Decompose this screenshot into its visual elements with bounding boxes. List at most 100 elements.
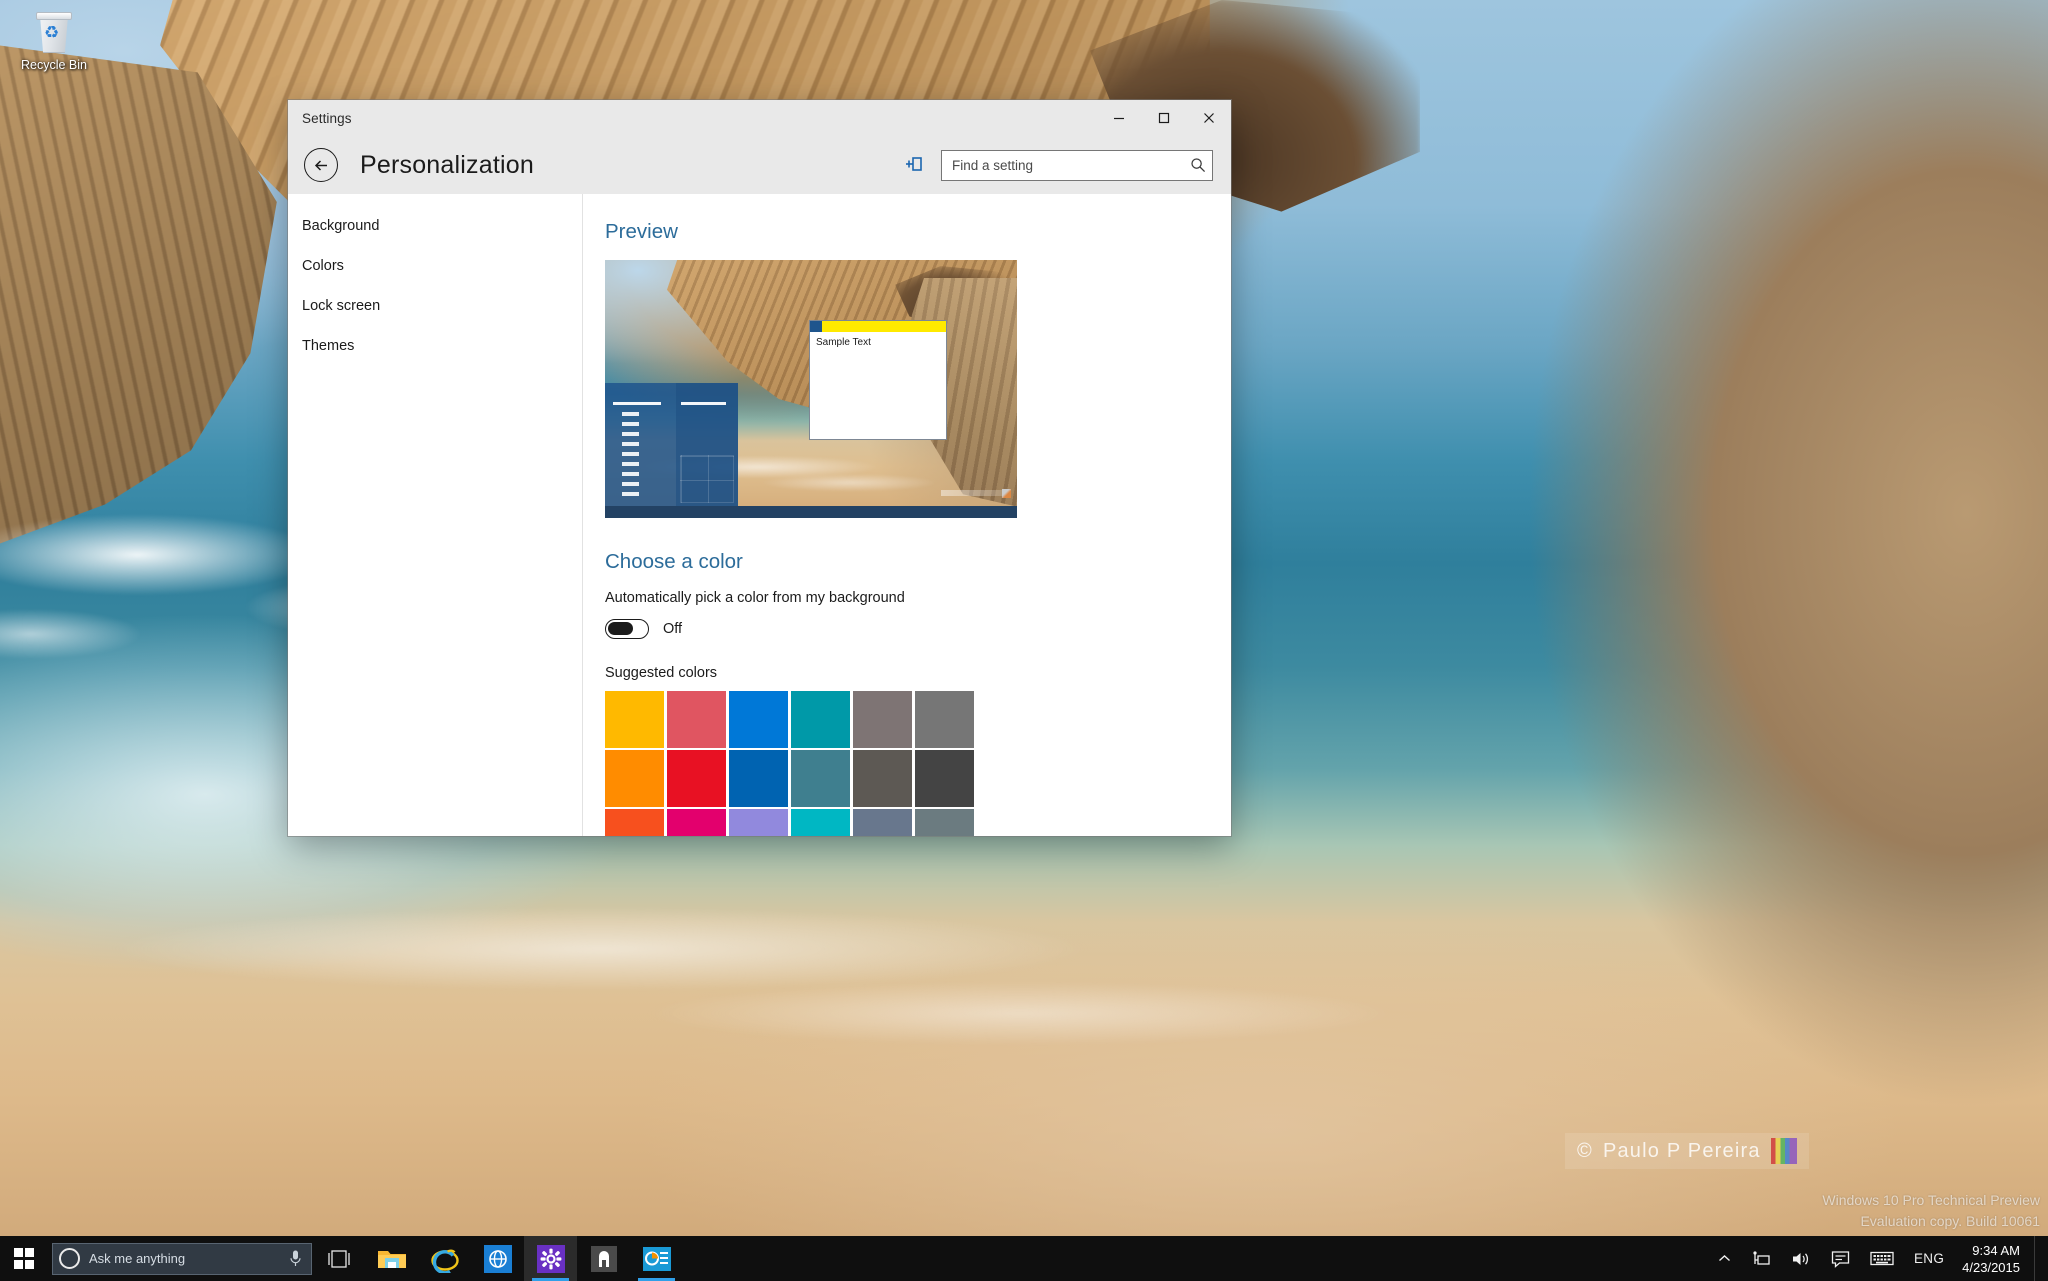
color-swatch-navy-blue[interactable] bbox=[729, 750, 788, 807]
build-watermark-line2: Evaluation copy. Build 10061 bbox=[1822, 1211, 2040, 1232]
window-body: Background Colors Lock screen Themes Pre… bbox=[288, 194, 1231, 836]
wallpaper-right-cliff bbox=[1508, 60, 2048, 960]
language-indicator[interactable]: ENG bbox=[1904, 1236, 1954, 1281]
internet-explorer-icon bbox=[431, 1245, 459, 1273]
color-swatch-salmon-red[interactable] bbox=[667, 691, 726, 748]
show-desktop-button[interactable] bbox=[2034, 1236, 2042, 1281]
preview-sample-window: Sample Text bbox=[809, 320, 947, 440]
sidebar-item-label: Background bbox=[302, 218, 379, 234]
suggested-colors-label: Suggested colors bbox=[605, 665, 1231, 681]
sidebar-item-label: Colors bbox=[302, 258, 344, 274]
edge-icon bbox=[483, 1244, 513, 1274]
auto-pick-toggle-row: Off bbox=[605, 619, 1231, 639]
auto-pick-color-toggle[interactable] bbox=[605, 619, 649, 639]
clock[interactable]: 9:34 AM 4/23/2015 bbox=[1954, 1236, 2034, 1281]
settings-taskbar-button[interactable] bbox=[524, 1236, 577, 1281]
system-tray: ENG 9:34 AM 4/23/2015 bbox=[1708, 1236, 2048, 1281]
search-box[interactable] bbox=[941, 150, 1213, 181]
color-swatch-blue[interactable] bbox=[729, 691, 788, 748]
action-center-button[interactable] bbox=[1821, 1236, 1860, 1281]
color-swatch-magenta[interactable] bbox=[667, 809, 726, 836]
settings-sidebar: Background Colors Lock screen Themes bbox=[288, 194, 583, 836]
preview-watermark bbox=[941, 490, 1003, 496]
window-controls bbox=[1096, 100, 1231, 136]
start-button[interactable] bbox=[0, 1236, 48, 1281]
color-swatch-orange-red[interactable] bbox=[605, 809, 664, 836]
build-watermark-line1: Windows 10 Pro Technical Preview bbox=[1822, 1190, 2040, 1211]
settings-content: Preview bbox=[583, 194, 1231, 836]
preview-sample-text: Sample Text bbox=[810, 332, 946, 348]
desktop[interactable]: ♻ Recycle Bin Settings bbox=[0, 0, 2048, 1281]
show-hidden-icons-button[interactable] bbox=[1708, 1236, 1741, 1281]
minimize-button[interactable] bbox=[1096, 100, 1141, 136]
preview-thumbnail: Sample Text bbox=[605, 260, 1017, 518]
chevron-up-icon bbox=[1718, 1254, 1731, 1263]
pin-icon[interactable] bbox=[903, 154, 925, 176]
page-title: Personalization bbox=[360, 151, 534, 180]
sidebar-item-lock-screen[interactable]: Lock screen bbox=[288, 286, 582, 326]
file-explorer-icon bbox=[377, 1247, 407, 1271]
window-title-bar[interactable]: Settings bbox=[288, 100, 1231, 136]
desktop-icon-recycle-bin[interactable]: ♻ Recycle Bin bbox=[6, 6, 102, 73]
desktop-icon-label: Recycle Bin bbox=[6, 58, 102, 73]
back-button[interactable] bbox=[304, 148, 338, 182]
sidebar-item-themes[interactable]: Themes bbox=[288, 326, 582, 366]
action-center-icon bbox=[1831, 1250, 1850, 1268]
color-swatch-teal[interactable] bbox=[791, 691, 850, 748]
cortana-ring-icon bbox=[59, 1248, 80, 1269]
color-swatch-slate-blue[interactable] bbox=[853, 809, 912, 836]
watermark-copyright-symbol: © bbox=[1577, 1140, 1593, 1163]
color-swatch-orange[interactable] bbox=[605, 750, 664, 807]
watermark-author-name: Paulo P Pereira bbox=[1603, 1140, 1761, 1163]
language-label: ENG bbox=[1914, 1251, 1944, 1266]
sidebar-item-colors[interactable]: Colors bbox=[288, 246, 582, 286]
color-swatch-gold[interactable] bbox=[605, 691, 664, 748]
microphone-icon[interactable] bbox=[288, 1249, 303, 1268]
color-swatch-cyan[interactable] bbox=[791, 809, 850, 836]
preview-heading: Preview bbox=[605, 220, 1231, 244]
volume-icon bbox=[1791, 1250, 1811, 1268]
settings-icon bbox=[536, 1244, 566, 1274]
color-swatch-slate-gray[interactable] bbox=[915, 809, 974, 836]
task-view-icon bbox=[326, 1249, 352, 1269]
clock-time: 9:34 AM bbox=[1972, 1242, 2020, 1259]
auto-pick-color-label: Automatically pick a color from my backg… bbox=[605, 590, 1231, 606]
color-swatch-steel-teal[interactable] bbox=[791, 750, 850, 807]
build-watermark: Windows 10 Pro Technical Preview Evaluat… bbox=[1822, 1190, 2040, 1232]
keyboard-button[interactable] bbox=[1860, 1236, 1904, 1281]
toggle-knob bbox=[608, 622, 633, 635]
network-button[interactable] bbox=[1741, 1236, 1781, 1281]
settings-window[interactable]: Settings bbox=[288, 100, 1231, 836]
maximize-button[interactable] bbox=[1141, 100, 1186, 136]
color-swatch-red[interactable] bbox=[667, 750, 726, 807]
preview-sample-titlebar bbox=[810, 321, 946, 332]
close-button[interactable] bbox=[1186, 100, 1231, 136]
edge-button[interactable] bbox=[471, 1236, 524, 1281]
minimize-icon bbox=[1113, 112, 1125, 124]
close-icon bbox=[1203, 112, 1215, 124]
windows-start-icon bbox=[14, 1248, 35, 1269]
choose-color-heading: Choose a color bbox=[605, 550, 1231, 574]
store-button[interactable] bbox=[577, 1236, 630, 1281]
color-swatch-lavender[interactable] bbox=[729, 809, 788, 836]
cortana-search-box[interactable]: Ask me anything bbox=[52, 1243, 312, 1275]
internet-explorer-button[interactable] bbox=[418, 1236, 471, 1281]
author-watermark: © Paulo P Pereira bbox=[1565, 1133, 1809, 1169]
color-swatch-gray[interactable] bbox=[915, 691, 974, 748]
app-header: Personalization bbox=[288, 136, 1231, 194]
taskbar[interactable]: Ask me anything bbox=[0, 1236, 2048, 1281]
cortana-placeholder: Ask me anything bbox=[80, 1251, 288, 1266]
color-swatch-dark-warm-gray[interactable] bbox=[853, 750, 912, 807]
task-view-button[interactable] bbox=[312, 1236, 365, 1281]
color-swatch-charcoal[interactable] bbox=[915, 750, 974, 807]
search-input[interactable] bbox=[952, 158, 1190, 173]
maximize-icon bbox=[1158, 112, 1170, 124]
file-explorer-button[interactable] bbox=[365, 1236, 418, 1281]
volume-button[interactable] bbox=[1781, 1236, 1821, 1281]
sidebar-item-background[interactable]: Background bbox=[288, 206, 582, 246]
keyboard-icon bbox=[1870, 1250, 1894, 1267]
search-icon[interactable] bbox=[1190, 157, 1206, 173]
color-swatch-warm-gray[interactable] bbox=[853, 691, 912, 748]
photos-button[interactable] bbox=[630, 1236, 683, 1281]
photos-icon bbox=[642, 1246, 672, 1272]
